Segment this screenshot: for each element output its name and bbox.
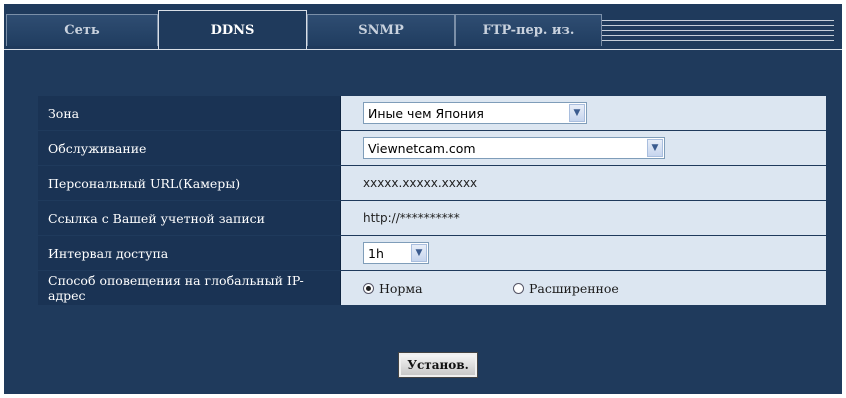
zone-select[interactable]: Иные чем Япония ▼	[363, 102, 587, 124]
tab-network-label: Сеть	[64, 23, 100, 38]
tab-ftp[interactable]: FTP-пер. из.	[455, 14, 602, 46]
radio-icon[interactable]	[363, 282, 374, 294]
access-interval-value: 1h	[368, 245, 384, 261]
zone-row: Зона Иные чем Япония ▼	[38, 96, 826, 130]
radio-extended-label: Расширенное	[529, 280, 619, 296]
tab-divider-line	[602, 40, 834, 41]
tab-divider-line	[602, 25, 834, 26]
ddns-form: Зона Иные чем Япония ▼ Обслуживание View…	[38, 96, 826, 306]
tab-divider-line	[602, 20, 834, 21]
chevron-down-icon: ▼	[647, 139, 663, 157]
set-button[interactable]: Установ.	[398, 352, 478, 378]
service-label: Обслуживание	[38, 131, 341, 165]
tab-divider-line	[602, 35, 834, 36]
zone-label: Зона	[38, 96, 341, 130]
radio-icon[interactable]	[513, 282, 524, 294]
chevron-down-icon: ▼	[569, 104, 585, 122]
tab-network[interactable]: Сеть	[6, 14, 158, 46]
chevron-down-icon: ▼	[411, 244, 427, 262]
service-row: Обслуживание Viewnetcam.com ▼	[38, 131, 826, 165]
tab-ftp-label: FTP-пер. из.	[482, 23, 575, 38]
zone-select-value: Иные чем Япония	[368, 105, 484, 121]
radio-normal-label: Норма	[379, 280, 423, 296]
account-link-value[interactable]: http://**********	[363, 211, 460, 225]
account-link-label: Ссылка с Вашей учетной записи	[38, 201, 341, 235]
global-ip-row: Способ оповещения на глобальный IP-адрес…	[38, 271, 826, 305]
service-select[interactable]: Viewnetcam.com ▼	[363, 137, 665, 159]
tab-ddns-label: DDNS	[210, 23, 255, 38]
personal-url-value: xxxxx.xxxxx.xxxxx	[363, 176, 478, 190]
personal-url-row: Персональный URL(Камеры) xxxxx.xxxxx.xxx…	[38, 166, 826, 200]
global-ip-radio-group: Норма Расширенное	[363, 281, 619, 296]
tab-ddns[interactable]: DDNS	[158, 10, 307, 50]
tab-snmp-label: SNMP	[358, 23, 404, 38]
service-select-value: Viewnetcam.com	[368, 140, 476, 156]
access-interval-label: Интервал доступа	[38, 236, 341, 270]
tab-bar: Сеть DDNS SNMP FTP-пер. из.	[4, 4, 842, 50]
access-interval-select[interactable]: 1h ▼	[363, 242, 429, 264]
radio-extended[interactable]: Расширенное	[513, 281, 619, 296]
settings-panel: Сеть DDNS SNMP FTP-пер. из. Зона Иные че…	[4, 4, 842, 394]
tab-divider-line	[602, 30, 834, 31]
tab-snmp[interactable]: SNMP	[307, 14, 455, 46]
tab-baseline	[4, 49, 842, 50]
global-ip-label: Способ оповещения на глобальный IP-адрес	[38, 271, 341, 305]
personal-url-label: Персональный URL(Камеры)	[38, 166, 341, 200]
account-link-row: Ссылка с Вашей учетной записи http://***…	[38, 201, 826, 235]
radio-normal[interactable]: Норма	[363, 281, 513, 296]
access-interval-row: Интервал доступа 1h ▼	[38, 236, 826, 270]
